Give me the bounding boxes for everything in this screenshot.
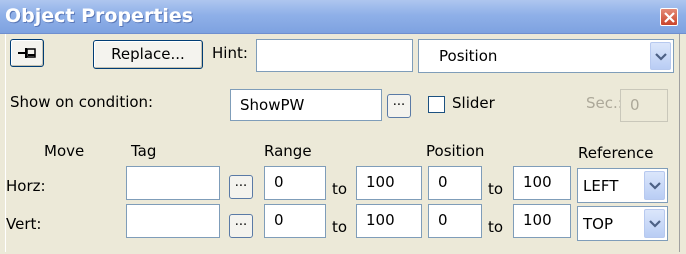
vert-position-to-label: to	[488, 218, 504, 236]
tag-header: Tag	[131, 142, 157, 160]
horz-range-to-input[interactable]: 100	[356, 166, 422, 200]
vert-range-to-input[interactable]: 100	[356, 204, 422, 238]
window-title: Object Properties	[5, 5, 194, 27]
title-bar: Object Properties	[0, 0, 686, 34]
horz-reference-value: LEFT	[583, 177, 619, 195]
range-header: Range	[264, 142, 312, 160]
close-icon	[664, 12, 675, 23]
sec-input: 0	[620, 89, 668, 122]
hint-input[interactable]	[256, 39, 413, 72]
slider-checkbox[interactable]	[428, 96, 445, 113]
properties-panel: Replace... Hint: Position Show on condit…	[5, 34, 680, 252]
horz-position-to-label: to	[488, 180, 504, 198]
chevron-down-icon	[649, 182, 661, 190]
chevron-down-icon	[649, 220, 661, 228]
move-header: Move	[44, 142, 85, 160]
horz-tag-browse-button[interactable]: ...	[229, 175, 253, 199]
vert-range-from-input[interactable]: 0	[264, 204, 326, 238]
type-select-value: Position	[439, 47, 498, 65]
vert-reference-value: TOP	[583, 215, 614, 233]
vert-range-to-label: to	[332, 218, 348, 236]
horz-position-from-input[interactable]: 0	[428, 166, 482, 200]
chevron-down-icon	[655, 53, 667, 61]
condition-browse-button[interactable]: ...	[387, 94, 411, 118]
vert-position-to-input[interactable]: 100	[513, 204, 571, 238]
replace-button-label: Replace...	[111, 45, 185, 63]
replace-button[interactable]: Replace...	[93, 40, 203, 69]
vert-reference-select[interactable]: TOP	[577, 206, 668, 241]
close-button[interactable]	[660, 8, 678, 26]
condition-input[interactable]: ShowPW	[230, 89, 382, 121]
pin-button[interactable]	[10, 39, 44, 67]
reference-header: Reference	[578, 144, 654, 162]
condition-label: Show on condition:	[10, 93, 154, 111]
type-select-arrow[interactable]	[650, 42, 671, 70]
vert-reference-arrow[interactable]	[644, 209, 665, 238]
horz-tag-input[interactable]	[126, 166, 220, 200]
slider-label: Slider	[452, 94, 495, 112]
vert-tag-input[interactable]	[126, 204, 220, 238]
horz-range-from-input[interactable]: 0	[264, 166, 326, 200]
vert-tag-browse-button[interactable]: ...	[229, 214, 253, 238]
horz-label: Horz:	[6, 177, 46, 195]
horz-reference-select[interactable]: LEFT	[577, 168, 668, 203]
horz-range-to-label: to	[332, 180, 348, 198]
horz-reference-arrow[interactable]	[644, 171, 665, 200]
horz-position-to-input[interactable]: 100	[513, 166, 571, 200]
hint-label: Hint:	[212, 44, 248, 62]
pin-icon	[18, 48, 36, 58]
type-select[interactable]: Position	[418, 39, 674, 73]
sec-label: Sec.:	[586, 94, 623, 112]
position-header: Position	[426, 142, 485, 160]
vert-label: Vert:	[6, 215, 42, 233]
vert-position-from-input[interactable]: 0	[428, 204, 482, 238]
